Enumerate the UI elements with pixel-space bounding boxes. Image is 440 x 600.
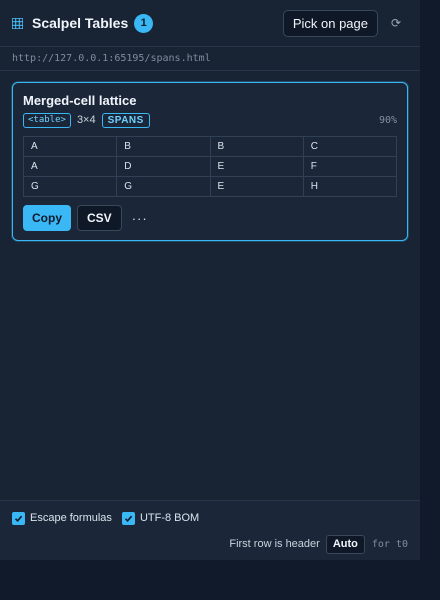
table-cell: H xyxy=(302,176,398,197)
table-cell: F xyxy=(302,156,398,177)
table-preview: A B B C A D E F G G E H xyxy=(22,136,398,197)
escape-formulas-label: Escape formulas xyxy=(30,512,112,524)
table-cell: D xyxy=(116,156,211,177)
header-row-setting: First row is header Auto for t0 xyxy=(12,534,408,554)
checkmark-icon[interactable] xyxy=(121,511,135,525)
copy-button[interactable]: Copy xyxy=(23,205,71,231)
table-row: A D E F xyxy=(22,156,398,177)
options-footer: Escape formulas UTF-8 BOM First row is h… xyxy=(0,500,420,560)
refresh-icon[interactable]: ⟳ xyxy=(386,16,406,30)
card-actions: Copy CSV ··· xyxy=(23,205,397,231)
table-row: G G E H xyxy=(22,176,398,197)
table-meta: <table> 3×4 SPANS 90% xyxy=(23,112,397,128)
first-row-header-label: First row is header xyxy=(229,538,320,550)
table-id-label: for t0 xyxy=(371,538,408,550)
side-panel: Scalpel Tables 1 Pick on page ⟳ http://1… xyxy=(0,0,420,560)
more-options-icon[interactable]: ··· xyxy=(132,211,148,226)
table-cell: E xyxy=(209,156,304,177)
table-row: A B B C xyxy=(22,136,398,157)
utf8-bom-label: UTF-8 BOM xyxy=(139,512,200,524)
pick-on-page-button[interactable]: Pick on page xyxy=(282,9,378,37)
grid-table-icon xyxy=(12,17,23,29)
escape-formulas-checkbox[interactable]: Escape formulas xyxy=(12,511,112,525)
table-dimensions: 3×4 xyxy=(76,114,96,126)
table-cell: C xyxy=(302,136,398,157)
app-title: Scalpel Tables xyxy=(32,15,129,31)
table-title: Merged-cell lattice xyxy=(23,93,137,108)
table-cell: A xyxy=(22,156,118,177)
table-cell: B xyxy=(209,136,304,157)
table-card[interactable]: Merged-cell lattice <table> 3×4 SPANS 90… xyxy=(12,82,408,241)
spans-badge: SPANS xyxy=(101,112,150,128)
header-mode-toggle[interactable]: Auto xyxy=(325,534,365,554)
element-tag-badge: <table> xyxy=(23,112,71,128)
table-count-badge: 1 xyxy=(134,13,154,33)
table-cell: G xyxy=(22,176,118,197)
page-url: http://127.0.0.1:65195/spans.html xyxy=(0,47,420,71)
table-cell: G xyxy=(116,176,211,197)
checkmark-icon[interactable] xyxy=(12,511,25,525)
export-options: Escape formulas UTF-8 BOM xyxy=(12,510,408,526)
table-cell: B xyxy=(116,136,211,157)
panel-header: Scalpel Tables 1 Pick on page ⟳ xyxy=(0,0,420,47)
table-cell: E xyxy=(209,176,304,197)
confidence-score: 90% xyxy=(378,114,397,126)
csv-button[interactable]: CSV xyxy=(77,205,122,231)
table-cell: A xyxy=(22,136,118,157)
utf8-bom-checkbox[interactable]: UTF-8 BOM xyxy=(121,511,200,525)
